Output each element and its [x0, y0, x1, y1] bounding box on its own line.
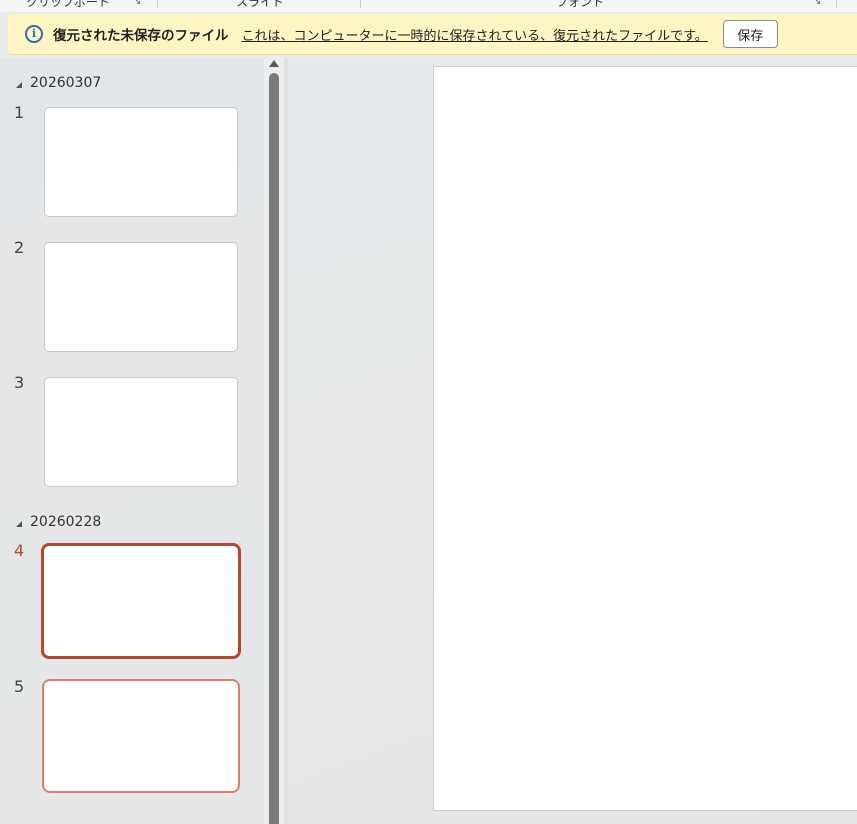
save-button[interactable]: 保存 — [722, 20, 778, 48]
info-icon: i — [25, 25, 43, 43]
slide-thumbnail-1[interactable] — [44, 107, 238, 217]
ribbon-group-clipboard-label: クリップボード — [26, 0, 111, 9]
slide-thumbnail-3[interactable] — [44, 377, 238, 487]
ribbon-group-font-label: フォント — [556, 0, 605, 9]
slide-number: 1 — [14, 103, 25, 122]
scrollbar-thumb[interactable] — [269, 73, 279, 824]
scroll-up-arrow-icon[interactable] — [269, 60, 279, 67]
slide-thumbnail-4[interactable] — [41, 543, 241, 659]
recovered-file-message-bar: i 復元された未保存のファイル これは、コンピューターに一時的に保存されている、… — [8, 14, 857, 55]
ribbon-divider — [836, 0, 837, 8]
slide-canvas[interactable] — [433, 66, 857, 811]
section-name: 20260307 — [30, 75, 102, 91]
message-bar-title: 復元された未保存のファイル — [53, 28, 229, 44]
slide-number: 2 — [14, 238, 25, 257]
slide-thumbnail-5[interactable] — [42, 679, 240, 793]
collapse-triangle-icon[interactable] — [16, 82, 22, 88]
ribbon-group-slides-label: スライド — [236, 0, 285, 9]
ribbon-divider — [360, 0, 361, 8]
slide-number: 4 — [14, 541, 25, 560]
section-name: 20260228 — [30, 514, 102, 530]
clipboard-launcher-icon[interactable]: ↘ — [133, 0, 141, 7]
collapse-triangle-icon[interactable] — [16, 521, 22, 527]
ribbon-divider — [157, 0, 158, 8]
slide-thumbnail-2[interactable] — [44, 242, 238, 352]
slide-editing-area — [288, 58, 857, 824]
section-header-20260228[interactable]: 20260228 — [16, 514, 101, 530]
slide-thumbnail-pane: 20260307 1 2 3 20260228 4 5 — [0, 58, 264, 824]
section-header-20260307[interactable]: 20260307 — [16, 75, 101, 91]
ribbon-group-labels: クリップボード ↘ スライド フォント ↘ — [0, 0, 857, 12]
slide-number: 5 — [14, 677, 25, 696]
font-launcher-icon[interactable]: ↘ — [813, 0, 821, 7]
slide-number: 3 — [14, 373, 25, 392]
thumbnail-scrollbar[interactable] — [264, 58, 284, 824]
message-bar-link[interactable]: これは、コンピューターに一時的に保存されている、復元されたファイルです。 — [242, 25, 708, 44]
